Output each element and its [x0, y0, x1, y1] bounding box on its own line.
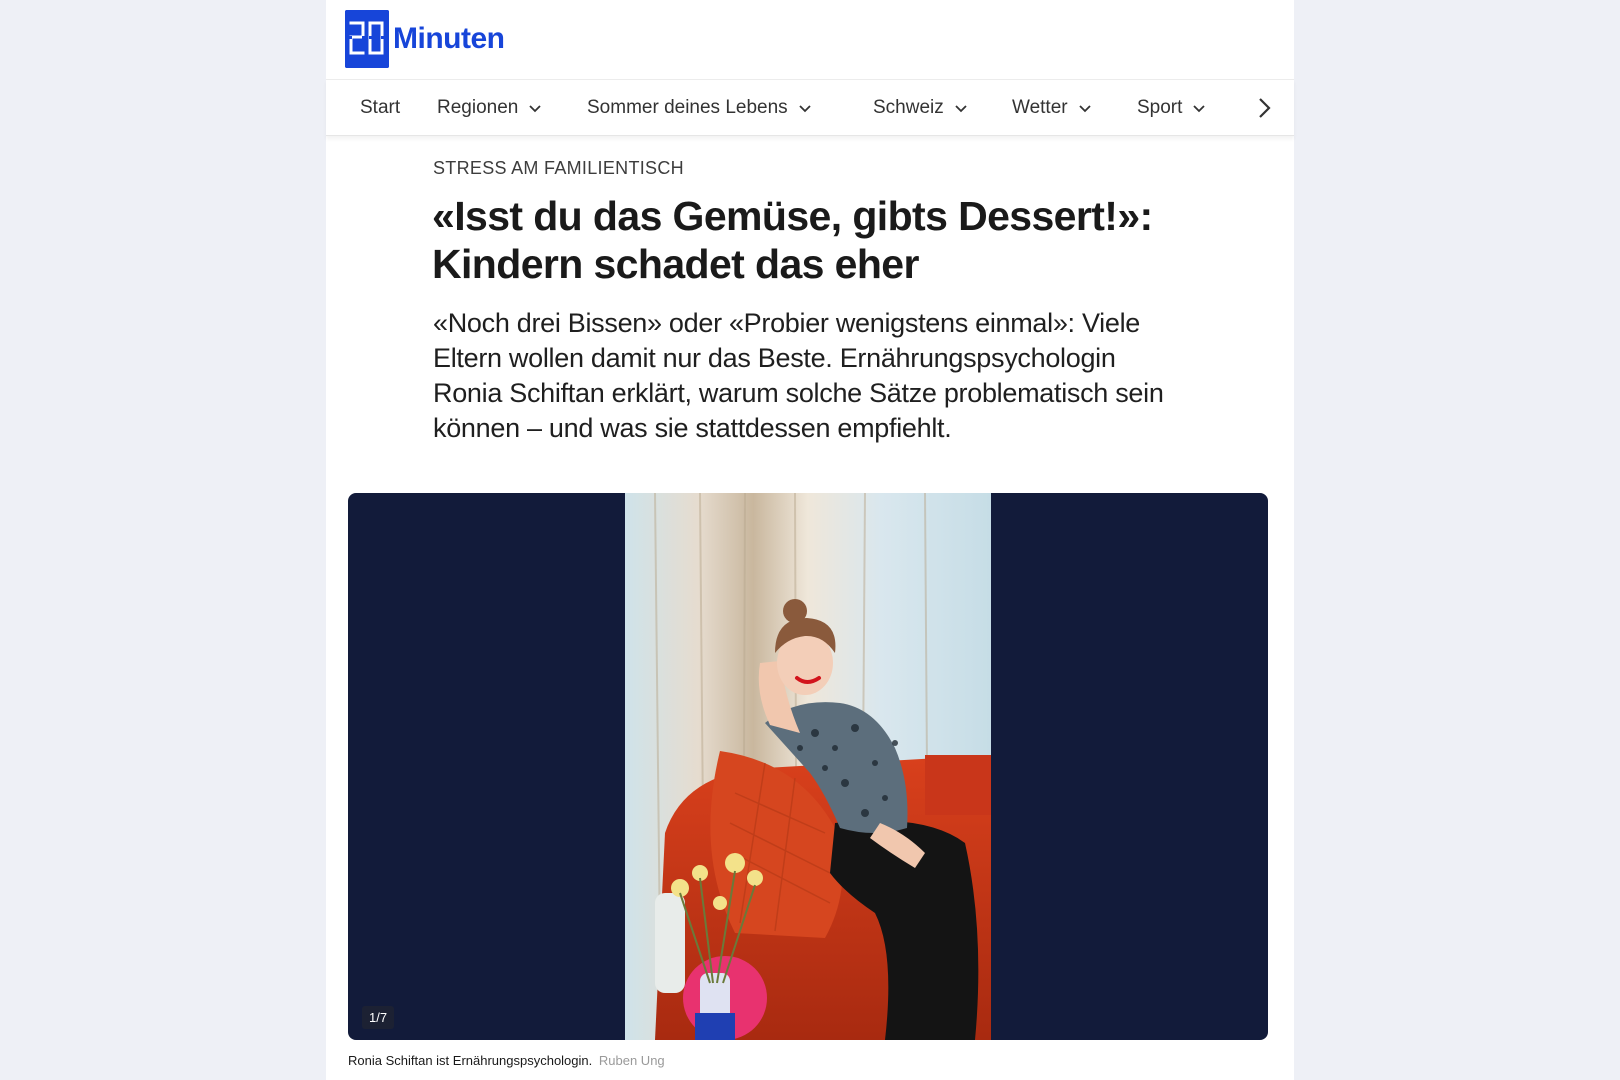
caption-text: Ronia Schiftan ist Ernährungspsychologin…	[348, 1053, 593, 1068]
masthead: Minuten	[326, 0, 1294, 80]
nav-item-schweiz[interactable]: Schweiz	[873, 97, 968, 119]
chevron-down-icon	[799, 104, 811, 112]
site-logo[interactable]: Minuten	[345, 10, 505, 68]
chevron-right-icon[interactable]	[1252, 96, 1276, 120]
image-caption: Ronia Schiftan ist Ernährungspsychologin…	[348, 1053, 665, 1068]
nav-item-label: Schweiz	[873, 96, 944, 118]
main-nav: Start Regionen Sommer deines Lebens Schw…	[326, 80, 1294, 136]
nav-item-wetter[interactable]: Wetter	[1012, 97, 1092, 119]
photo-credit: Ruben Ung	[598, 1053, 665, 1068]
image-gallery[interactable]: 1/7	[348, 493, 1268, 1040]
gallery-counter: 1/7	[362, 1006, 395, 1029]
logo-mark-icon	[345, 10, 389, 68]
logo-text: Minuten	[393, 22, 505, 55]
chevron-down-icon	[1193, 104, 1206, 112]
nav-item-label: Sport	[1137, 96, 1183, 118]
nav-item-label: Regionen	[437, 96, 519, 118]
chevron-down-icon	[1078, 104, 1091, 112]
nav-item-sport[interactable]: Sport	[1137, 97, 1206, 119]
gallery-photo[interactable]	[625, 493, 991, 1040]
nav-item-label: Wetter	[1012, 96, 1068, 118]
nav-item-sommer-deines-lebens[interactable]: Sommer deines Lebens	[587, 97, 812, 119]
nav-item-start[interactable]: Start	[360, 97, 400, 119]
nav-item-label: Sommer deines Lebens	[587, 96, 788, 118]
article-headline: «Isst du das Gemüse, gibts Dessert!»: Ki…	[432, 193, 1153, 287]
page: Minuten Start Regionen Sommer deines Leb…	[326, 0, 1294, 1080]
chevron-down-icon	[955, 104, 967, 112]
nav-item-regionen[interactable]: Regionen	[437, 97, 542, 119]
nav-item-label: Start	[360, 96, 401, 118]
article-lead: «Noch drei Bissen» oder «Probier wenigst…	[433, 308, 1164, 443]
chevron-down-icon	[529, 104, 541, 112]
article-kicker: STRESS AM FAMILIENTISCH	[433, 158, 684, 178]
